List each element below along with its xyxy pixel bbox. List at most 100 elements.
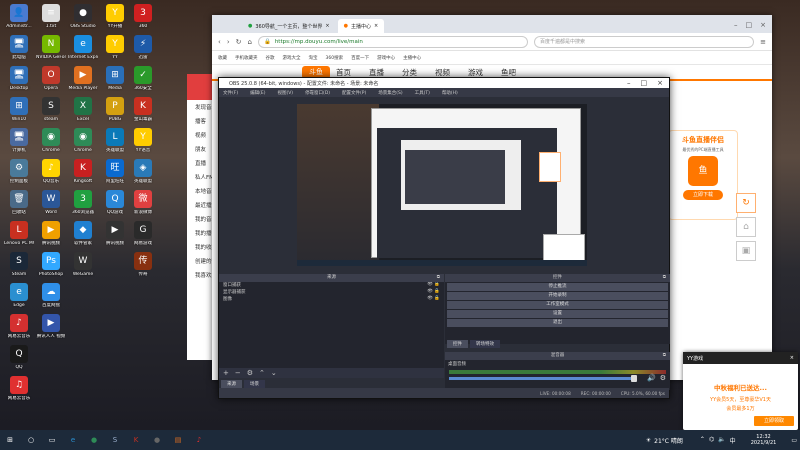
dock-icon[interactable]: ⧉: [437, 274, 440, 282]
panel-tab[interactable]: 转场特效: [470, 340, 500, 348]
douyu-nav-item[interactable]: 视频: [435, 67, 450, 78]
douyu-nav-item[interactable]: 游戏: [468, 67, 483, 78]
desktop-icon[interactable]: 传传奇: [128, 252, 158, 288]
desktop-icon[interactable]: ▶ 腾讯人人 视频: [36, 314, 66, 350]
address-bar[interactable]: 🔒 https://mp.douyu.com/live/main: [257, 35, 528, 48]
desktop-icon[interactable]: ▶ 腾讯视频: [100, 221, 130, 257]
forward-icon[interactable]: ›: [227, 38, 230, 46]
app-icon: Q: [106, 190, 124, 208]
maximize-icon[interactable]: □: [746, 21, 753, 29]
down-icon[interactable]: ⌄: [271, 369, 277, 377]
weather-icon[interactable]: ☀ 21°C 晴朗: [646, 436, 683, 445]
remove-icon[interactable]: −: [235, 369, 241, 377]
obs-menu-item[interactable]: 工具(T): [415, 90, 430, 96]
app-icon: W: [42, 190, 60, 208]
tab-streamer-center[interactable]: ● 主播中心 ×: [337, 19, 385, 33]
close-icon[interactable]: ×: [790, 355, 794, 361]
douyu-nav-item[interactable]: 直播: [369, 67, 384, 78]
close-icon[interactable]: ×: [374, 23, 378, 29]
dock-icon[interactable]: ⧉: [663, 274, 666, 282]
network-icon[interactable]: ⌬: [709, 436, 714, 445]
obs-menu-item[interactable]: 文件(F): [223, 90, 238, 96]
bookmark-link[interactable]: 游戏中心: [377, 55, 395, 61]
obs-menu-item[interactable]: 编辑(E): [250, 90, 265, 96]
visibility-icon[interactable]: 👁 🔒: [427, 282, 440, 289]
minimize-icon[interactable]: –: [734, 21, 738, 29]
tab-360nav[interactable]: ● 360导航_一个主页，整个世界 ×: [242, 19, 336, 33]
obs-titlebar: OBS 25.0.8 (64-bit, windows) - 配置文件: 未命名…: [219, 78, 669, 88]
steam-icon[interactable]: S: [109, 434, 121, 446]
bookmark-link[interactable]: 360搜索: [326, 55, 344, 61]
volume-slider[interactable]: [449, 375, 637, 382]
source-item[interactable]: 图像 👁 🔒: [219, 296, 444, 303]
bookmark-link[interactable]: 主播中心: [403, 55, 421, 61]
gear-icon[interactable]: ⚙: [247, 369, 253, 377]
source-item[interactable]: 显示器捕获 👁 🔒: [219, 289, 444, 296]
douyu-nav-item[interactable]: 首页: [336, 67, 351, 78]
bookmark-link[interactable]: 谷歌: [266, 55, 275, 61]
download-button[interactable]: 立即下载: [683, 190, 723, 200]
search-icon[interactable]: ○: [25, 434, 37, 446]
refresh-tool-icon[interactable]: ↻: [736, 193, 756, 213]
start-icon[interactable]: ⊞: [4, 434, 16, 446]
up-icon[interactable]: ⌃: [259, 369, 265, 377]
taskview-icon[interactable]: ▭: [46, 434, 58, 446]
minimize-icon[interactable]: –: [627, 79, 631, 87]
source-item[interactable]: 窗口捕获 👁 🔒: [219, 282, 444, 289]
ime-icon[interactable]: 中: [730, 436, 736, 445]
obs-menu-item[interactable]: 视图(V): [277, 90, 293, 96]
close-window-icon[interactable]: ×: [657, 79, 663, 87]
dock-icon[interactable]: ⧉: [663, 352, 666, 360]
app-icon: Q: [10, 345, 28, 363]
control-button[interactable]: 退出: [447, 319, 668, 327]
obs-menu-item[interactable]: 场景集合(S): [378, 90, 402, 96]
bookmark-link[interactable]: 淘宝: [309, 55, 318, 61]
kingsoft-icon[interactable]: K: [130, 434, 142, 446]
menu-icon[interactable]: ≡: [760, 38, 766, 46]
obs-menu-item[interactable]: 配置文件(P): [342, 90, 366, 96]
search-input[interactable]: 百度千遍都是中搜索: [533, 35, 755, 48]
add-icon[interactable]: +: [223, 369, 229, 377]
control-button[interactable]: 开始录制: [447, 292, 668, 300]
gear-icon[interactable]: ⚙: [660, 374, 666, 382]
screen-tool-icon[interactable]: ▣: [736, 241, 756, 261]
panel-tab[interactable]: 控件: [447, 340, 468, 348]
home-tool-icon[interactable]: ⌂: [736, 217, 756, 237]
slider-handle[interactable]: [631, 375, 637, 382]
obs-preview[interactable]: [297, 104, 587, 266]
control-button[interactable]: 设置: [447, 310, 668, 318]
douyu-nav-item[interactable]: 分类: [402, 67, 417, 78]
control-button[interactable]: 工作室模式: [447, 301, 668, 309]
chevron-up-icon[interactable]: ⌃: [700, 436, 705, 445]
chrome-icon[interactable]: ●: [88, 434, 100, 446]
bookmark-link[interactable]: 手机收藏夹: [235, 55, 258, 61]
edge-icon[interactable]: e: [67, 434, 79, 446]
clock[interactable]: 12:32 2021/9/21: [745, 434, 783, 446]
control-button[interactable]: 停止推流: [447, 283, 668, 291]
visibility-icon[interactable]: 👁 🔒: [427, 296, 440, 303]
bookmark-link[interactable]: 游戏大全: [283, 55, 301, 61]
desktop-icon[interactable]: ♫ 网易云音乐: [4, 376, 34, 412]
notification-icon[interactable]: ▭: [791, 437, 800, 444]
obs-icon[interactable]: ●: [151, 434, 163, 446]
close-window-icon[interactable]: ×: [760, 21, 766, 29]
speaker-icon[interactable]: 🔊: [647, 374, 656, 382]
maximize-icon[interactable]: □: [641, 79, 648, 87]
obs-menu-item[interactable]: 帮助(H): [442, 90, 458, 96]
obs-menu-item[interactable]: 停靠窗口(D): [305, 90, 330, 96]
refresh-icon[interactable]: ↻: [236, 38, 242, 46]
bookmark-link[interactable]: 百度一下: [351, 55, 369, 61]
volume-icon[interactable]: 🔈: [718, 436, 725, 445]
close-icon[interactable]: ×: [325, 23, 329, 29]
panel-tab[interactable]: 来源: [221, 380, 242, 388]
douyu-nav-item[interactable]: 鱼吧: [501, 67, 516, 78]
desktop-icon[interactable]: W WeGame: [68, 252, 98, 288]
back-icon[interactable]: ‹: [218, 38, 221, 46]
douyu-icon[interactable]: ▤: [172, 434, 184, 446]
yy-claim-button[interactable]: 立即领取: [754, 416, 794, 426]
home-icon[interactable]: ⌂: [248, 38, 252, 46]
bookmark-link[interactable]: 收藏: [218, 55, 227, 61]
visibility-icon[interactable]: 👁 🔒: [427, 289, 440, 296]
netease-icon[interactable]: ♪: [193, 434, 205, 446]
panel-tab[interactable]: 场景: [244, 380, 265, 388]
